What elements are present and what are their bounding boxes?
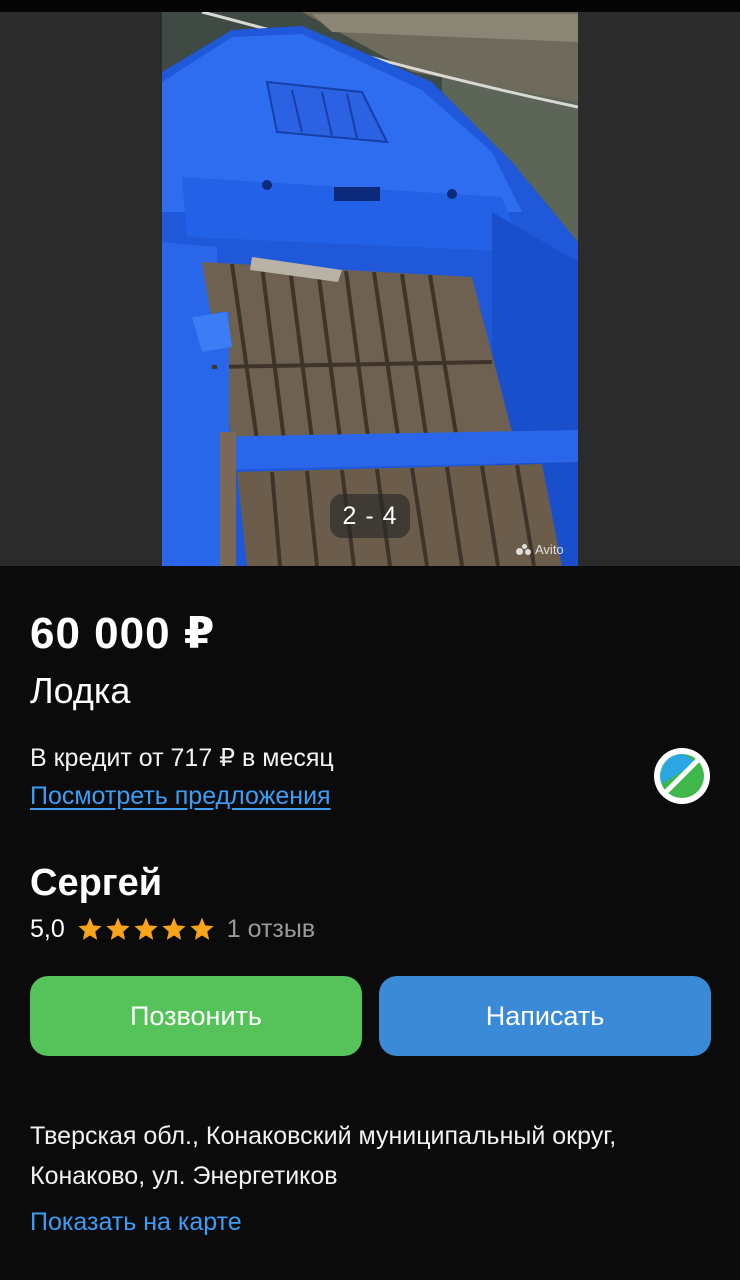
listing-address: Тверская обл., Конаковский муниципальный… — [30, 1116, 720, 1196]
avito-logo-icon — [516, 543, 532, 556]
rating-stars — [77, 916, 215, 942]
write-message-button[interactable]: Написать — [379, 976, 711, 1056]
star-icon — [78, 917, 102, 940]
call-button[interactable]: Позвонить — [30, 976, 362, 1056]
address-line-1: Тверская обл., Конаковский муниципальный… — [30, 1122, 617, 1150]
star-icon — [106, 917, 130, 940]
photo-counter: 2 - 4 — [330, 494, 410, 538]
watermark-text: Avito — [535, 542, 564, 557]
star-icon — [190, 917, 214, 940]
listing-title: Лодка — [30, 670, 131, 711]
photo-gallery[interactable]: 2 - 4 Avito — [0, 12, 740, 566]
seller-rating[interactable]: 5,0 1 отзыв — [30, 910, 315, 948]
boat-photo-illustration — [162, 12, 578, 566]
view-offers-link[interactable]: Посмотреть предложения — [30, 778, 331, 814]
listing-price: 60 000 ₽ — [30, 609, 216, 658]
show-on-map-link[interactable]: Показать на карте — [30, 1204, 242, 1240]
listing-photo[interactable] — [162, 12, 578, 566]
avito-watermark: Avito — [516, 542, 564, 557]
bank-logo-graphic — [660, 754, 704, 798]
star-icon — [134, 917, 158, 940]
rating-value: 5,0 — [30, 914, 65, 943]
seller-name[interactable]: Сергей — [30, 858, 162, 908]
reviews-count: 1 отзыв — [226, 914, 316, 943]
credit-offer-text: В кредит от 717 ₽ в месяц — [30, 744, 334, 772]
star-icon — [162, 917, 186, 940]
address-line-2: Конаково, ул. Энергетиков — [30, 1162, 338, 1190]
bank-logo-icon[interactable] — [654, 748, 710, 804]
status-bar — [0, 0, 740, 12]
